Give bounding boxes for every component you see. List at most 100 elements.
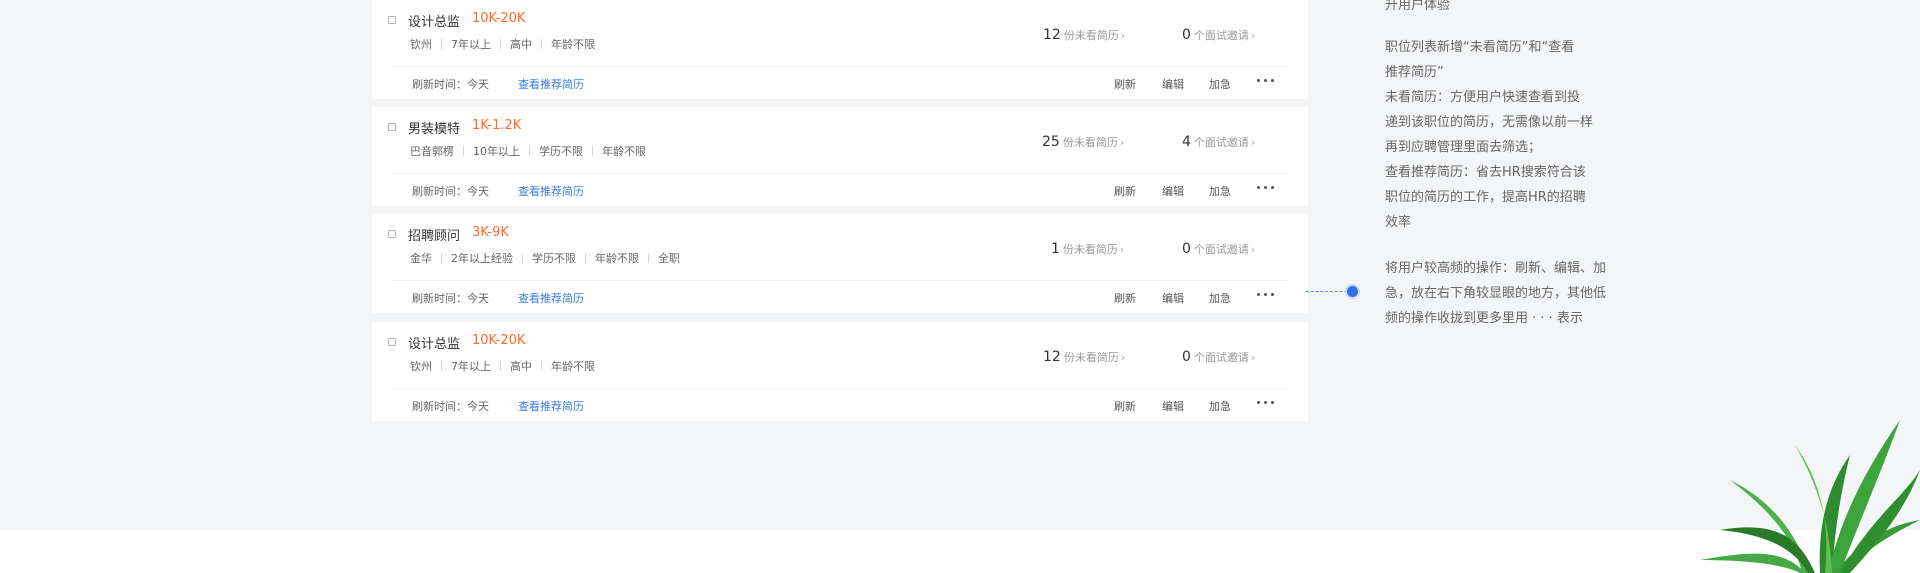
job-title[interactable]: 招聘顾问: [408, 225, 460, 244]
job-title[interactable]: 设计总监: [408, 11, 460, 30]
view-recommended-resumes-link[interactable]: 查看推荐简历: [518, 398, 584, 414]
view-recommended-resumes-link[interactable]: 查看推荐简历: [518, 290, 584, 306]
job-checkbox[interactable]: [388, 230, 396, 238]
unviewed-resumes-link[interactable]: 12 份未看简历 ›: [1043, 27, 1125, 43]
unviewed-label: 份未看简历: [1063, 351, 1119, 364]
interview-label: 个面试邀请: [1193, 351, 1249, 364]
job-card-footer: 刷新时间：今天 查看推荐简历 刷新 编辑 加急: [372, 389, 1308, 421]
job-salary: 10K-20K: [472, 11, 526, 26]
chevron-right-icon: ›: [1250, 136, 1256, 149]
job-tag-age: 年龄不限: [602, 145, 646, 158]
job-tag-experience: 2年以上经验: [451, 252, 513, 265]
job-card-header: 设计总监 10K-20K 钦州 7年以上 高中 年龄不限 12 份未看简历 › …: [372, 0, 1308, 66]
job-salary: 3K-9K: [472, 225, 509, 240]
job-salary: 1K-1.2K: [472, 118, 522, 133]
job-card-header: 招聘顾问 3K-9K 金华 2年以上经验 学历不限 年龄不限 全职 1 份未看简…: [372, 214, 1308, 280]
job-tag-type: 全职: [658, 252, 680, 265]
job-checkbox[interactable]: [388, 16, 396, 24]
edit-button[interactable]: 编辑: [1162, 183, 1184, 199]
job-tag-age: 年龄不限: [551, 38, 595, 51]
urgent-button[interactable]: 加急: [1209, 290, 1231, 306]
plant-illustration: [1700, 420, 1920, 573]
job-tags: 钦州 7年以上 高中 年龄不限: [410, 358, 595, 374]
more-dots-icon[interactable]: [1256, 185, 1274, 191]
job-title[interactable]: 设计总监: [408, 333, 460, 352]
job-checkbox[interactable]: [388, 338, 396, 346]
unviewed-resumes-link[interactable]: 12 份未看简历 ›: [1043, 349, 1125, 365]
note-line: 推荐简历”: [1385, 65, 1444, 80]
chevron-right-icon: ›: [1250, 243, 1256, 256]
unviewed-label: 份未看简历: [1062, 136, 1118, 149]
job-tags: 钦州 7年以上 高中 年龄不限: [410, 36, 595, 52]
job-tag-education: 学历不限: [532, 252, 576, 265]
note-line: 职位列表新增“未看简历”和“查看: [1385, 40, 1575, 55]
note-line: 将用户较高频的操作：刷新、编辑、加: [1385, 261, 1607, 276]
interview-count: 0: [1182, 27, 1191, 43]
job-tag-age: 年龄不限: [551, 360, 595, 373]
note-line: 递到该职位的简历，无需像以前一样: [1385, 115, 1594, 130]
job-tag-experience: 7年以上: [451, 38, 491, 51]
job-title[interactable]: 男装模特: [408, 118, 460, 137]
job-tag-experience: 7年以上: [451, 360, 491, 373]
refresh-time: 刷新时间：今天: [412, 400, 489, 413]
chevron-right-icon: ›: [1120, 29, 1126, 42]
annotation-connector-dot: [1347, 286, 1358, 297]
job-card-footer: 刷新时间：今天 查看推荐简历 刷新 编辑 加急: [372, 174, 1308, 206]
urgent-button[interactable]: 加急: [1209, 398, 1231, 414]
job-card-footer: 刷新时间：今天 查看推荐简历 刷新 编辑 加急: [372, 67, 1308, 99]
refresh-time: 刷新时间：今天: [412, 78, 489, 91]
job-checkbox[interactable]: [388, 123, 396, 131]
job-tag-education: 高中: [510, 38, 532, 51]
job-card: 男装模特 1K-1.2K 巴音郭楞 10年以上 学历不限 年龄不限 25 份未看…: [372, 107, 1308, 206]
note-block-actions: 将用户较高频的操作：刷新、编辑、加 急，放在右下角较显眼的地方，其他低 频的操作…: [1385, 256, 1635, 331]
edit-button[interactable]: 编辑: [1162, 398, 1184, 414]
note-line: 查看推荐简历：省去HR搜索符合该: [1385, 165, 1586, 180]
urgent-button[interactable]: 加急: [1209, 183, 1231, 199]
job-tag-experience: 10年以上: [473, 145, 520, 158]
interview-label: 个面试邀请: [1193, 136, 1249, 149]
more-dots-icon[interactable]: [1256, 78, 1274, 84]
interview-label: 个面试邀请: [1193, 29, 1249, 42]
more-dots-icon[interactable]: [1256, 292, 1274, 298]
unviewed-resumes-link[interactable]: 1 份未看简历 ›: [1051, 241, 1124, 257]
chevron-right-icon: ›: [1119, 243, 1125, 256]
interview-invites-link[interactable]: 0 个面试邀请 ›: [1182, 241, 1255, 257]
edit-button[interactable]: 编辑: [1162, 290, 1184, 306]
interview-invites-link[interactable]: 0 个面试邀请 ›: [1182, 349, 1255, 365]
more-dots-icon[interactable]: [1256, 400, 1274, 406]
chevron-right-icon: ›: [1250, 29, 1256, 42]
job-tag-education: 高中: [510, 360, 532, 373]
note-head-fragment: 升用户体验: [1385, 0, 1451, 13]
interview-count: 4: [1182, 134, 1191, 150]
job-tag-location: 钦州: [410, 360, 432, 373]
interview-count: 0: [1182, 349, 1191, 365]
interview-invites-link[interactable]: 4 个面试邀请 ›: [1182, 134, 1255, 150]
unviewed-resumes-link[interactable]: 25 份未看简历 ›: [1042, 134, 1124, 150]
refresh-button[interactable]: 刷新: [1114, 398, 1136, 414]
job-tag-location: 金华: [410, 252, 432, 265]
job-tags: 金华 2年以上经验 学历不限 年龄不限 全职: [410, 250, 680, 266]
refresh-button[interactable]: 刷新: [1114, 76, 1136, 92]
edit-button[interactable]: 编辑: [1162, 76, 1184, 92]
view-recommended-resumes-link[interactable]: 查看推荐简历: [518, 76, 584, 92]
job-card-header: 设计总监 10K-20K 钦州 7年以上 高中 年龄不限 12 份未看简历 › …: [372, 322, 1308, 388]
refresh-time: 刷新时间：今天: [412, 185, 489, 198]
interview-invites-link[interactable]: 0 个面试邀请 ›: [1182, 27, 1255, 43]
note-line: 再到应聘管理里面去筛选；: [1385, 140, 1542, 155]
view-recommended-resumes-link[interactable]: 查看推荐简历: [518, 183, 584, 199]
chevron-right-icon: ›: [1250, 351, 1256, 364]
unviewed-count: 12: [1043, 27, 1061, 43]
unviewed-count: 1: [1051, 241, 1060, 257]
refresh-button[interactable]: 刷新: [1114, 290, 1136, 306]
unviewed-count: 12: [1043, 349, 1061, 365]
job-salary: 10K-20K: [472, 333, 526, 348]
refresh-button[interactable]: 刷新: [1114, 183, 1136, 199]
urgent-button[interactable]: 加急: [1209, 76, 1231, 92]
unviewed-count: 25: [1042, 134, 1060, 150]
job-card-footer: 刷新时间：今天 查看推荐简历 刷新 编辑 加急: [372, 281, 1308, 313]
job-tags: 巴音郭楞 10年以上 学历不限 年龄不限: [410, 143, 646, 159]
chevron-right-icon: ›: [1119, 136, 1125, 149]
note-block-job-list: 职位列表新增“未看简历”和“查看 推荐简历” 未看简历：方便用户快速查看到投 递…: [1385, 35, 1635, 235]
job-tag-location: 钦州: [410, 38, 432, 51]
chevron-right-icon: ›: [1120, 351, 1126, 364]
